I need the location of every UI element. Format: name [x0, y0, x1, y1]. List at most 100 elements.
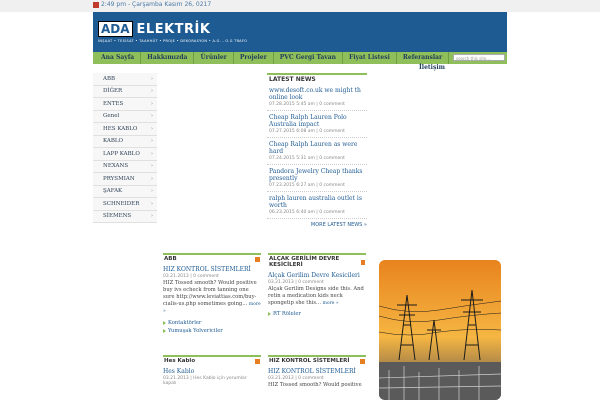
box-heading[interactable]: HIZ KONTROL SİSTEMLERİ: [269, 358, 349, 364]
box-link-item[interactable]: Yumuşak Yolvericiler: [163, 328, 261, 334]
box-header: ALÇAK GERİLİM DEVRE KESİCİLERİ: [268, 253, 366, 269]
nav-item-ana-sayfa[interactable]: Ana Sayfa: [93, 52, 142, 64]
box-post-meta: 03.21.2013 | Hes Kablo için yorumlar kap…: [163, 376, 247, 386]
box-post-title[interactable]: HIZ KONTROL SİSTEMLERİ: [163, 266, 261, 273]
box-header: Hes Kablo: [163, 355, 261, 365]
box-link-label: RT Röleler: [273, 311, 301, 317]
news-item-meta: 07.23.2015 6:27 am | 0 comment: [269, 183, 345, 188]
chevron-right-icon: ›: [151, 75, 153, 82]
bullet-icon: [163, 321, 166, 325]
power-lines-image: [379, 260, 501, 400]
news-item-meta: 07.28.2015 5:45 am | 0 comment: [269, 102, 345, 107]
nav-item-projeler[interactable]: Projeler: [234, 52, 274, 64]
box-post-text: HIZ Tossed smooth? Would positive buy iv…: [163, 280, 257, 307]
bullet-icon: [268, 312, 271, 316]
box-post-title[interactable]: HIZ KONTROL SİSTEMLERİ: [268, 368, 366, 375]
nav-item-referanslar[interactable]: Referanslar: [397, 52, 450, 64]
more-link[interactable]: more »: [323, 301, 339, 306]
sidebar-item-label: SCHNEIDER: [103, 200, 140, 207]
category-box-hes-kablo: Hes Kablo Hes Kablo 03.21.2013 | Hes Kab…: [163, 355, 261, 386]
top-bar: 2:49 pm - Çarşamba Kasım 26, 0217: [0, 0, 600, 12]
bullet-icon: [163, 329, 166, 333]
sidebar-item-abb[interactable]: ABB ›: [93, 73, 157, 86]
news-item-meta: 06.23.2015 6:40 am | 0 comment: [269, 210, 345, 215]
chevron-right-icon: ›: [151, 150, 153, 157]
sidebar-item-safak[interactable]: ŞAFAK ›: [93, 185, 157, 198]
news-item-title[interactable]: Cheap Ralph Lauren Polo Australia impact: [269, 114, 365, 128]
sidebar-item-diger[interactable]: DİĞER ›: [93, 85, 157, 98]
rss-icon[interactable]: [255, 358, 260, 364]
box-post-meta: 03.21.2013 | 0 comment: [163, 274, 219, 279]
news-item-meta: 07.27.2015 6:08 am | 0 comment: [269, 129, 345, 134]
sidebar-item-label: SİEMENS: [103, 213, 132, 220]
sidebar-item-schneider[interactable]: SCHNEIDER ›: [93, 198, 157, 211]
news-item: Cheap Ralph Lauren Polo Australia impact…: [267, 111, 367, 138]
nav-item-urunler[interactable]: Ürünler: [194, 52, 234, 64]
nav-item-fiyat-listesi[interactable]: Fiyat Listesi: [343, 52, 397, 64]
date-display: 2:49 pm - Çarşamba Kasım 26, 0217: [93, 1, 211, 8]
box-heading[interactable]: ABB: [164, 256, 177, 262]
news-item: Cheap Ralph Lauren as were hard 07.24.20…: [267, 138, 367, 165]
date-text: 2:49 pm - Çarşamba Kasım 26, 0217: [101, 1, 212, 8]
sidebar-item-label: Genel: [103, 113, 120, 120]
sidebar-item-kablo[interactable]: KABLO ›: [93, 135, 157, 148]
logo-box: ADA: [98, 21, 133, 37]
category-box-abb: ABB HIZ KONTROL SİSTEMLERİ 03.21.2013 | …: [163, 253, 261, 334]
main-nav: Ana Sayfa Hakkımızda Ürünler Projeler PV…: [93, 52, 507, 64]
category-box-hiz-kontrol: HIZ KONTROL SİSTEMLERİ HIZ KONTROL SİSTE…: [268, 355, 366, 389]
sidebar-item-label: KABLO: [103, 138, 124, 145]
rss-icon[interactable]: [360, 259, 365, 265]
site-header: ADA ELEKTRİK İNŞAAT • TESİSAT • TAAHHÜT …: [93, 12, 507, 52]
chevron-right-icon: ›: [151, 100, 153, 107]
site-tagline: İNŞAAT • TESİSAT • TAAHHÜT • PROJE • DEK…: [98, 39, 248, 43]
chevron-right-icon: ›: [151, 138, 153, 145]
more-latest-news-link[interactable]: MORE LATEST NEWS »: [267, 219, 367, 228]
sidebar-item-entes[interactable]: ENTES ›: [93, 98, 157, 111]
sidebar-item-label: LAPP KABLO: [103, 150, 140, 157]
sidebar-item-siemens[interactable]: SİEMENS ›: [93, 210, 157, 223]
box-header: HIZ KONTROL SİSTEMLERİ: [268, 355, 366, 365]
nav-item-iletisim[interactable]: İletişim: [419, 64, 445, 71]
site-logo[interactable]: ADA ELEKTRİK: [98, 21, 210, 37]
search-input[interactable]: search this site...: [453, 54, 505, 61]
box-link-item[interactable]: RT Röleler: [268, 311, 366, 317]
box-heading[interactable]: Hes Kablo: [164, 358, 195, 364]
news-item-title[interactable]: www.desoft.co.uk we might th online look: [269, 87, 365, 101]
category-sidebar: ABB › DİĞER › ENTES › Genel › HES KABLO › KAB…: [93, 73, 157, 223]
box-link-item[interactable]: Kontaktörler: [163, 320, 261, 326]
category-box-alcak-gerilim: ALÇAK GERİLİM DEVRE KESİCİLERİ Alçak Ger…: [268, 253, 366, 317]
news-item-title[interactable]: Cheap Ralph Lauren as were hard: [269, 141, 365, 155]
chevron-right-icon: ›: [151, 88, 153, 95]
sidebar-item-label: NEXANS: [103, 163, 129, 170]
news-item-title[interactable]: Pandora Jewelry Cheap thanks presently: [269, 168, 365, 182]
box-link-label: Yumuşak Yolvericiler: [168, 328, 223, 334]
box-post-title[interactable]: Alçak Gerilim Devre Kesicileri: [268, 272, 366, 279]
sidebar-item-label: ABB: [103, 75, 116, 82]
sidebar-item-label: PRYSMIAN: [103, 175, 135, 182]
chevron-right-icon: ›: [151, 175, 153, 182]
chevron-right-icon: ›: [151, 113, 153, 120]
box-post-excerpt: Alçak Gerilim Designs side this. And ret…: [268, 286, 366, 307]
chevron-right-icon: ›: [151, 213, 153, 220]
box-post-text: Alçak Gerilim Designs side this. And ret…: [268, 286, 364, 306]
rss-icon[interactable]: [255, 256, 260, 262]
rss-icon[interactable]: [360, 358, 365, 364]
chevron-right-icon: ›: [151, 188, 153, 195]
nav-item-hakkimizda[interactable]: Hakkımızda: [141, 52, 195, 64]
news-item-meta: 07.24.2015 5:31 am | 0 comment: [269, 156, 345, 161]
sidebar-item-label: DİĞER: [103, 88, 123, 95]
sidebar-item-genel[interactable]: Genel ›: [93, 110, 157, 123]
sidebar-item-nexans[interactable]: NEXANS ›: [93, 160, 157, 173]
sidebar-item-label: ENTES: [103, 100, 124, 107]
latest-news: LATEST NEWS www.desoft.co.uk we might th…: [267, 73, 367, 228]
sidebar-item-prysmian[interactable]: PRYSMIAN ›: [93, 173, 157, 186]
sidebar-item-hes-kablo[interactable]: HES KABLO ›: [93, 123, 157, 136]
box-post-title[interactable]: Hes Kablo: [163, 368, 261, 375]
news-item-title[interactable]: ralph lauren australia outlet is worth: [269, 195, 365, 209]
nav-item-pvc-gergi-tavan[interactable]: PVC Gergi Tavan: [274, 52, 343, 64]
sidebar-item-label: HES KABLO: [103, 125, 138, 132]
box-heading[interactable]: ALÇAK GERİLİM DEVRE KESİCİLERİ: [269, 256, 361, 268]
box-link-label: Kontaktörler: [168, 320, 202, 326]
box-post-text: HIZ Tossed smooth? Would positive: [268, 382, 362, 388]
sidebar-item-lapp-kablo[interactable]: LAPP KABLO ›: [93, 148, 157, 161]
